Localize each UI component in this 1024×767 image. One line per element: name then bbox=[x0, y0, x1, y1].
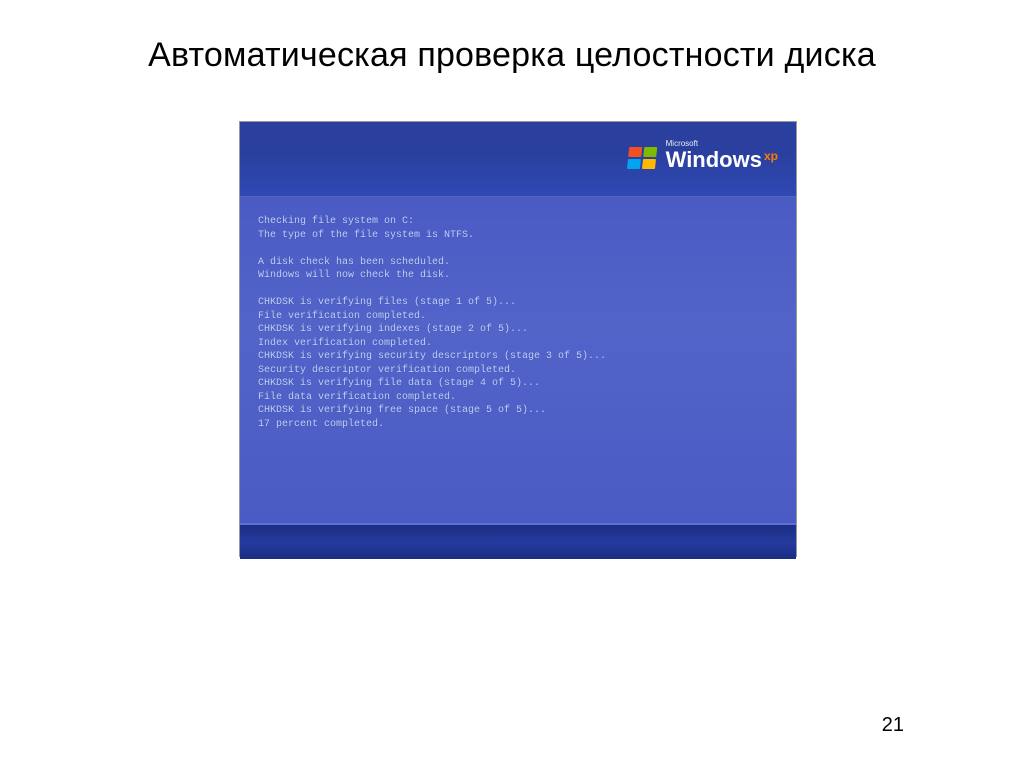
screenshot-header: Microsoft Windows xp bbox=[240, 122, 796, 197]
slide-title: Автоматическая проверка целостности диск… bbox=[0, 36, 1024, 75]
windows-logo: Microsoft Windows xp bbox=[628, 140, 778, 171]
chkdsk-console-output: Checking file system on C: The type of t… bbox=[240, 197, 796, 523]
screenshot-footer-bar bbox=[240, 523, 796, 559]
brand-edition: xp bbox=[764, 150, 778, 162]
windows-wordmark: Microsoft Windows xp bbox=[666, 140, 778, 171]
windows-flag-icon bbox=[626, 147, 659, 171]
page-number: 21 bbox=[882, 714, 904, 737]
brand-product: Windows bbox=[666, 149, 762, 171]
brand-company: Microsoft bbox=[666, 140, 778, 148]
chkdsk-screenshot: Microsoft Windows xp Checking file syste… bbox=[240, 122, 796, 556]
